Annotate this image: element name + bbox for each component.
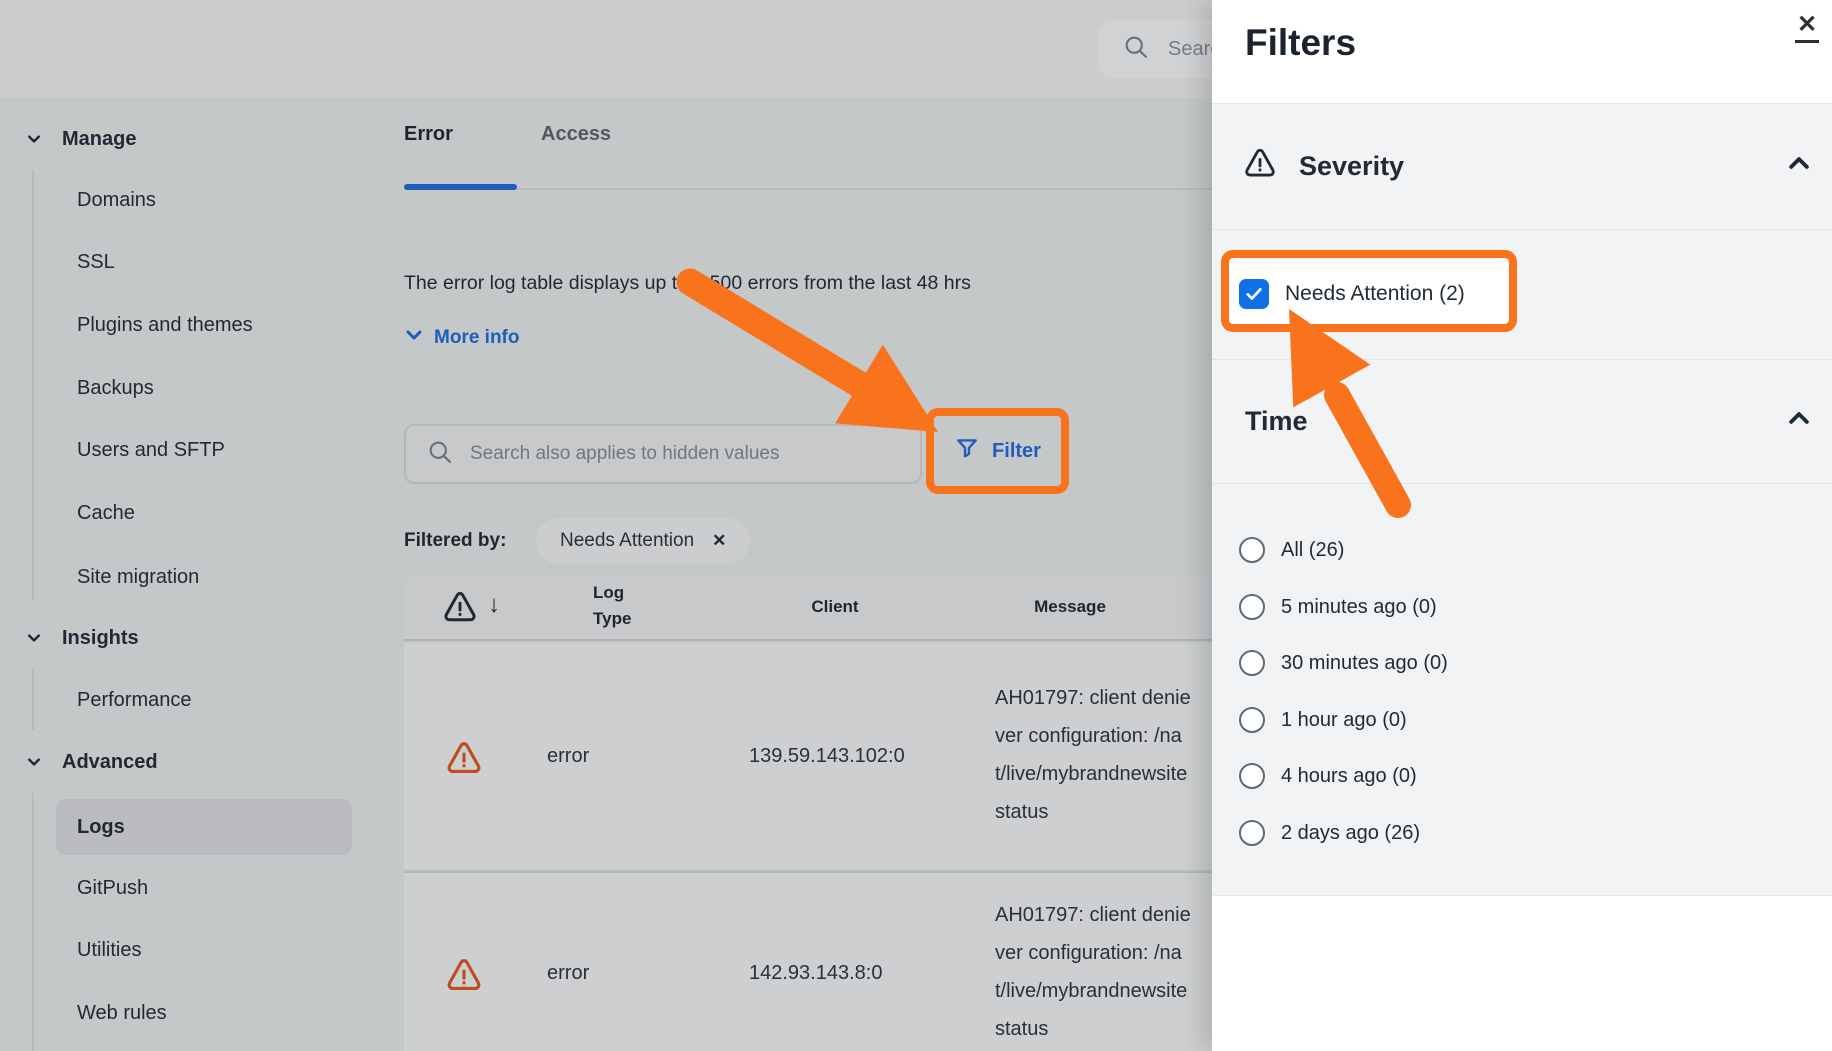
radio-option-label: 5 minutes ago (0) [1281,596,1437,619]
radio-option-label: 30 minutes ago (0) [1281,652,1448,675]
radio-unchecked-icon[interactable] [1239,650,1265,676]
chevron-up-icon[interactable] [1786,405,1812,438]
time-option-2-days[interactable]: 2 days ago (26) [1239,816,1420,850]
radio-option-label: 2 days ago (26) [1281,822,1420,845]
time-option-all[interactable]: All (26) [1239,533,1344,567]
filters-title: Filters [1245,22,1356,64]
screenshot-root: Manage Domains SSL Plugins and themes Ba… [0,0,1832,1051]
radio-option-label: 4 hours ago (0) [1281,765,1417,788]
panel-footer-divider [1212,895,1832,896]
time-option-5-minutes[interactable]: 5 minutes ago (0) [1239,590,1437,624]
severity-section-label: Severity [1299,151,1404,182]
section-divider [1212,229,1832,230]
radio-unchecked-icon[interactable] [1239,594,1265,620]
time-option-30-minutes[interactable]: 30 minutes ago (0) [1239,646,1448,680]
annotation-arrow-to-filter [660,258,980,468]
chevron-up-icon[interactable] [1786,150,1812,183]
radio-option-label: All (26) [1281,539,1344,562]
severity-section-header[interactable]: Severity [1243,104,1812,229]
radio-unchecked-icon[interactable] [1239,707,1265,733]
radio-unchecked-icon[interactable] [1239,763,1265,789]
radio-option-label: 1 hour ago (0) [1281,709,1407,732]
radio-unchecked-icon[interactable] [1239,820,1265,846]
warning-triangle-icon [1243,146,1277,187]
radio-unchecked-icon[interactable] [1239,537,1265,563]
annotation-arrow-to-checkbox [1262,286,1422,526]
close-icon[interactable]: ✕ [1795,12,1819,43]
time-option-1-hour[interactable]: 1 hour ago (0) [1239,703,1407,737]
drawer-backdrop-scrim [0,0,1212,1051]
time-option-4-hours[interactable]: 4 hours ago (0) [1239,759,1417,793]
